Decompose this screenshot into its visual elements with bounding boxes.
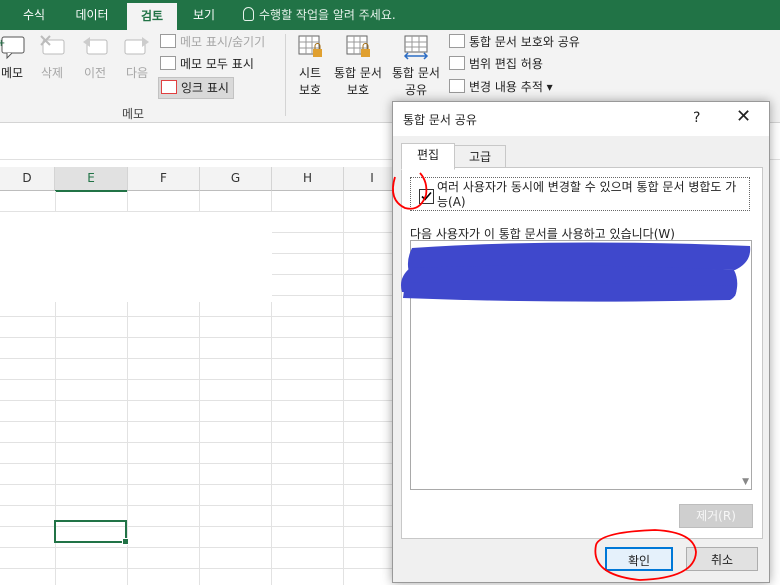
protect-workbook-label-2: 보호 <box>346 83 370 97</box>
show-all-comments-button[interactable]: 메모 모두 표시 <box>160 54 254 74</box>
svg-text:+: + <box>0 38 5 49</box>
active-cell[interactable] <box>54 520 129 545</box>
track-changes-button[interactable]: 변경 내용 추적 ▾ <box>449 77 553 97</box>
next-comment-button[interactable]: 다음 <box>119 34 155 81</box>
new-comment-label: 메모 <box>0 66 24 80</box>
column-header-d[interactable]: D <box>0 167 55 191</box>
next-comment-icon <box>123 34 151 60</box>
share-workbook-dialog: 통합 문서 공유 ? ✕ 편집 고급 여러 사용자가 동시에 변경할 수 있으며… <box>392 101 770 583</box>
show-hide-comment-label: 메모 표시/숨기기 <box>180 35 266 49</box>
show-ink-label: 잉크 표시 <box>181 81 229 95</box>
share-workbook-label-1: 통합 문서 <box>392 66 440 80</box>
tab-review[interactable]: 검토 <box>127 3 177 30</box>
protect-and-share-button[interactable]: 통합 문서 보호와 공유 <box>449 32 580 52</box>
allow-edit-ranges-label: 범위 편집 허용 <box>469 57 543 71</box>
edit-ranges-icon <box>449 56 465 70</box>
show-all-comments-label: 메모 모두 표시 <box>180 57 254 71</box>
tell-me-box[interactable]: 수행할 작업을 알려 주세요. <box>243 0 396 30</box>
dialog-title: 통합 문서 공유 <box>403 113 477 127</box>
protect-sheet-icon <box>296 34 324 60</box>
tab-view[interactable]: 보기 <box>181 0 227 30</box>
comments-icon <box>160 56 176 70</box>
scroll-down-icon[interactable]: ▼ <box>742 477 749 487</box>
fill-handle[interactable] <box>122 538 129 545</box>
merged-blank-area <box>0 212 272 302</box>
comment-icon: + <box>0 34 26 60</box>
check-icon <box>421 191 432 201</box>
close-button[interactable]: ✕ <box>736 108 751 126</box>
tab-advanced[interactable]: 고급 <box>454 145 506 169</box>
cancel-button[interactable]: 취소 <box>686 547 758 571</box>
allow-multi-user-label: 여러 사용자가 동시에 변경할 수 있으며 통합 문서 병합도 가능(A) <box>437 180 737 209</box>
ok-button[interactable]: 확인 <box>605 547 673 571</box>
dialog-title-bar: 통합 문서 공유 ? ✕ <box>393 102 769 136</box>
comment-toggle-icon <box>160 34 176 48</box>
allow-edit-ranges-button[interactable]: 범위 편집 허용 <box>449 54 543 74</box>
ink-icon <box>161 80 177 94</box>
tell-me-text: 수행할 작업을 알려 주세요. <box>259 8 396 22</box>
protect-sheet-label-1: 시트 <box>298 66 322 80</box>
lightbulb-icon <box>243 7 254 21</box>
allow-multi-user-option[interactable]: 여러 사용자가 동시에 변경할 수 있으며 통합 문서 병합도 가능(A) <box>410 177 750 211</box>
next-comment-label: 다음 <box>125 66 149 80</box>
comments-group-label: 메모 <box>122 107 145 121</box>
previous-comment-button[interactable]: 이전 <box>77 34 113 81</box>
new-comment-button[interactable]: + 메모 <box>0 34 30 81</box>
share-workbook-icon <box>402 34 430 60</box>
tab-formulas[interactable]: 수식 <box>10 0 58 30</box>
column-header-g[interactable]: G <box>200 167 272 191</box>
ribbon-tab-bar: 수식 데이터 검토 보기 수행할 작업을 알려 주세요. <box>0 0 780 30</box>
column-header-f[interactable]: F <box>128 167 200 191</box>
help-button[interactable]: ? <box>693 110 700 126</box>
editing-panel: 여러 사용자가 동시에 변경할 수 있으며 통합 문서 병합도 가능(A) 다음… <box>401 167 763 539</box>
delete-comment-label: 삭제 <box>40 66 64 80</box>
allow-multi-user-checkbox[interactable] <box>419 189 434 204</box>
column-header-e[interactable]: E <box>55 167 128 192</box>
users-listbox[interactable]: ▼ <box>410 240 752 490</box>
track-changes-label: 변경 내용 추적 ▾ <box>469 80 553 94</box>
protect-share-icon <box>449 34 465 48</box>
show-hide-comment-button[interactable]: 메모 표시/숨기기 <box>160 32 265 52</box>
delete-comment-icon <box>38 34 66 60</box>
protect-and-share-label: 통합 문서 보호와 공유 <box>469 35 580 49</box>
share-workbook-button[interactable]: 통합 문서 공유 <box>388 34 444 98</box>
protect-sheet-label-2: 보호 <box>298 83 322 97</box>
track-changes-icon <box>449 79 465 93</box>
delete-comment-button[interactable]: 삭제 <box>34 34 70 81</box>
protect-workbook-label-1: 통합 문서 <box>334 66 382 80</box>
tab-editing[interactable]: 편집 <box>401 143 455 170</box>
previous-comment-label: 이전 <box>83 66 107 80</box>
remove-user-button: 제거(R) <box>679 504 753 528</box>
protect-workbook-button[interactable]: 통합 문서 보호 <box>330 34 386 98</box>
column-header-h[interactable]: H <box>272 167 344 191</box>
share-workbook-label-2: 공유 <box>404 83 428 97</box>
previous-comment-icon <box>81 34 109 60</box>
protect-sheet-button[interactable]: 시트 보호 <box>290 34 330 98</box>
group-separator <box>285 34 286 116</box>
show-ink-button[interactable]: 잉크 표시 <box>158 77 234 99</box>
protect-workbook-icon <box>344 34 372 60</box>
tab-data[interactable]: 데이터 <box>62 0 122 30</box>
